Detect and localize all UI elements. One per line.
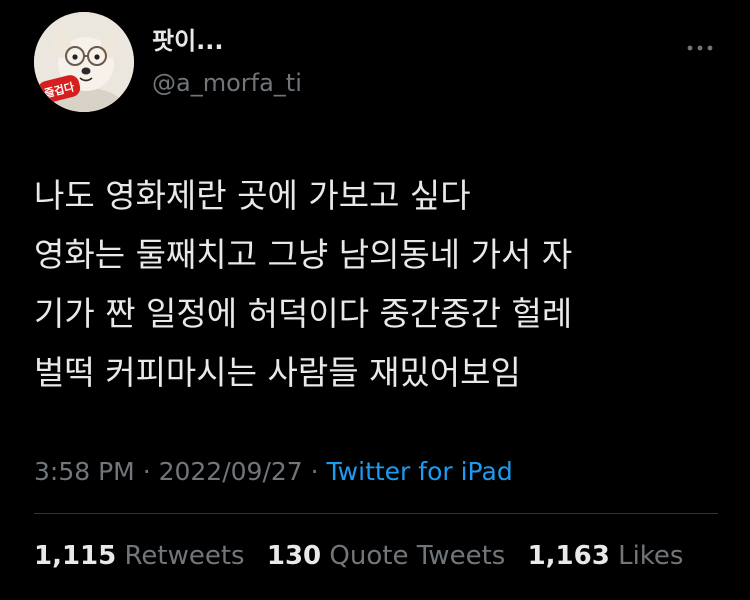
retweets-label: Retweets — [124, 541, 245, 571]
retweets-count: 1,115 — [34, 541, 117, 571]
tweet-text-line: 기가 짠 일정에 허덕이다 중간중간 헐레 — [34, 294, 573, 333]
tweet-date[interactable]: 2022/09/27 — [159, 457, 303, 486]
display-name[interactable]: 팟이... — [152, 26, 224, 56]
quote-tweets-count: 130 — [266, 541, 322, 571]
quote-tweets-stat[interactable]: 130 Quote Tweets — [267, 541, 514, 571]
more-horizontal-icon[interactable] — [680, 38, 720, 58]
avatar-image: 즐겁다 — [34, 12, 134, 112]
divider — [34, 513, 718, 514]
meta-separator: · — [142, 457, 151, 486]
tweet-stats: 1,115 Retweets 130 Quote Tweets 1,163 Li… — [34, 536, 697, 576]
avatar[interactable]: 즐겁다 — [34, 12, 134, 112]
tweet-text-line: 나도 영화제란 곳에 가보고 싶다 — [34, 176, 471, 215]
tweet-text-line: 벌떡 커피마시는 사람들 재밌어보임 — [34, 353, 521, 392]
tweet-source-link[interactable]: Twitter for iPad — [327, 457, 513, 486]
likes-count: 1,163 — [527, 541, 610, 571]
tweet-text-line: 영화는 둘째치고 그냥 남의동네 가서 자 — [34, 235, 573, 274]
tweet-text: 나도 영화제란 곳에 가보고 싶다 영화는 둘째치고 그냥 남의동네 가서 자 … — [34, 166, 724, 402]
tweet-meta: 3:58 PM · 2022/09/27 · Twitter for iPad — [34, 452, 513, 492]
likes-stat[interactable]: 1,163 Likes — [528, 541, 684, 571]
quote-tweets-label: Quote Tweets — [329, 541, 506, 571]
user-handle[interactable]: @a_morfa_ti — [152, 68, 302, 98]
likes-label: Likes — [618, 541, 684, 571]
retweets-stat[interactable]: 1,115 Retweets — [34, 541, 253, 571]
tweet-time[interactable]: 3:58 PM — [34, 457, 135, 486]
meta-separator: · — [310, 457, 319, 486]
